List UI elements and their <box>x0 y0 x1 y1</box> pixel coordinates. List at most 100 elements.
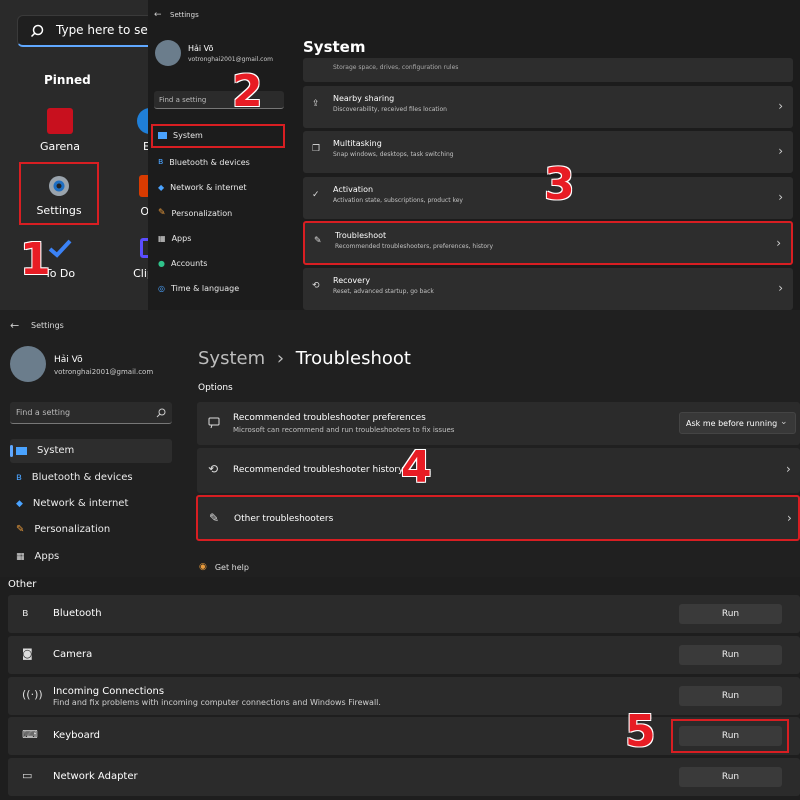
gear-icon <box>49 176 69 196</box>
wrench-icon: ✎ <box>314 236 322 246</box>
app-label: Ed <box>143 140 148 153</box>
card-title: Recommended troubleshooter history <box>233 465 404 475</box>
user-name: Hải Võ <box>54 355 83 365</box>
run-button[interactable]: Run <box>679 645 782 665</box>
pinned-app-edge[interactable]: Ed <box>110 108 148 153</box>
sidebar-item-personalization[interactable]: ✎ Personalization <box>16 524 110 535</box>
recovery-icon: ⟲ <box>312 281 320 291</box>
find-setting-placeholder: Find a setting <box>16 408 71 417</box>
troubleshoot-panel: ← Settings Hải Võ votronghai2001@gmail.c… <box>0 311 800 576</box>
monitor-icon: ▭ <box>22 769 33 782</box>
multitasking-icon: ❐ <box>312 144 321 154</box>
card-title: Troubleshoot <box>335 231 387 240</box>
card-subtitle: Activation state, subscriptions, product… <box>333 197 463 204</box>
options-heading: Options <box>198 383 233 393</box>
troubleshooter-preferences-card: Recommended troubleshooter preferences M… <box>197 402 800 445</box>
sidebar-item-system[interactable]: System <box>16 445 74 456</box>
wrench-icon: ✎ <box>209 511 220 525</box>
nav-label: System <box>173 131 203 140</box>
bluetooth-icon: ʙ <box>158 157 164 167</box>
user-name: Hải Võ <box>188 44 214 53</box>
card-title: Nearby sharing <box>333 94 395 103</box>
troubleshooter-history-card[interactable]: ⟲ Recommended troubleshooter history › <box>197 448 800 493</box>
nearby-sharing-card[interactable]: ⇪ Nearby sharing Discoverability, receiv… <box>303 86 793 128</box>
pinned-app-settings[interactable]: Settings <box>19 162 99 225</box>
pinned-app-office[interactable]: Offi <box>110 175 148 218</box>
sidebar-item-apps[interactable]: ▦ Apps <box>16 551 59 562</box>
app-label: Clipch <box>133 267 148 280</box>
run-button[interactable]: Run <box>679 767 782 787</box>
card-subtitle: Microsoft can recommend and run troubles… <box>233 426 455 434</box>
storage-card-partial[interactable]: Storage space, drives, configuration rul… <box>303 58 793 82</box>
search-icon <box>30 24 44 38</box>
page-title: System <box>303 38 366 56</box>
step-4-marker: 4 <box>401 442 432 493</box>
nav-label: Accounts <box>170 259 208 268</box>
checkmark-icon <box>48 239 72 258</box>
start-search-box[interactable]: Type here to sea <box>17 15 148 47</box>
share-icon: ⇪ <box>312 99 320 109</box>
find-setting-input[interactable]: Find a setting <box>154 91 284 109</box>
sidebar-item-bluetooth[interactable]: ʙ Bluetooth & devices <box>16 472 133 483</box>
row-name: Bluetooth <box>53 608 102 619</box>
card-subtitle: Discoverability, received files location <box>333 106 447 113</box>
check-circle-icon: ✓ <box>312 190 320 200</box>
nav-label: Apps <box>171 234 192 243</box>
other-troubleshooters-panel: Other ʙ Bluetooth Run ◙ Camera Run ((·))… <box>0 577 800 800</box>
other-troubleshooters-card[interactable]: ✎ Other troubleshooters › <box>196 495 800 541</box>
garena-icon <box>47 108 73 134</box>
nav-label: Network & internet <box>32 498 129 509</box>
get-help-label: Get help <box>214 562 249 572</box>
troubleshooter-preference-dropdown[interactable]: Ask me before running ⌄ <box>679 412 796 434</box>
row-name: Network Adapter <box>53 771 138 782</box>
row-description: Find and fix problems with incoming comp… <box>53 698 381 707</box>
app-label: Garena <box>39 140 81 153</box>
card-subtitle: Reset, advanced startup, go back <box>333 288 434 295</box>
sidebar-item-personalization[interactable]: ✎ Personalization <box>158 208 232 218</box>
nav-label: Personalization <box>171 208 233 218</box>
chevron-right-icon: › <box>778 144 783 158</box>
sidebar-item-accounts[interactable]: ● Accounts <box>158 259 207 268</box>
sidebar-item-time-language[interactable]: ◎ Time & language <box>158 284 239 293</box>
back-arrow-icon[interactable]: ← <box>154 10 162 20</box>
find-setting-input[interactable]: Find a setting <box>10 402 172 424</box>
recovery-card[interactable]: ⟲ Recovery Reset, advanced startup, go b… <box>303 268 793 310</box>
chevron-right-icon: › <box>786 462 791 476</box>
card-title: Recovery <box>333 276 371 285</box>
sidebar-item-network[interactable]: ◆ Network & internet <box>158 183 247 192</box>
get-help-link[interactable]: ◉ Get help <box>199 562 249 572</box>
back-arrow-icon[interactable]: ← <box>10 319 19 332</box>
sidebar-item-network[interactable]: ◆ Network & internet <box>16 498 128 509</box>
pinned-app-garena[interactable]: Garena <box>20 108 100 153</box>
card-subtitle: Recommended troubleshooters, preferences… <box>335 243 494 250</box>
troubleshooter-row-network-adapter: ▭ Network Adapter Run <box>8 758 800 796</box>
camera-icon: ◙ <box>22 647 33 660</box>
breadcrumb-current: Troubleshoot <box>295 348 411 369</box>
chevron-right-icon: › <box>778 281 783 295</box>
card-subtitle: Snap windows, desktops, task switching <box>333 151 454 158</box>
apps-icon: ▦ <box>16 551 25 562</box>
nav-label: System <box>37 445 75 456</box>
nav-label: Apps <box>34 551 60 562</box>
card-title: Recommended troubleshooter preferences <box>233 413 426 423</box>
wifi-icon: ◆ <box>158 183 165 192</box>
sidebar-item-apps[interactable]: ▦ Apps <box>158 234 191 243</box>
sidebar-item-system[interactable]: System <box>158 131 203 140</box>
nav-label: Bluetooth & devices <box>31 472 133 483</box>
user-email: votronghai2001@gmail.com <box>188 56 273 63</box>
brush-icon: ✎ <box>16 524 25 535</box>
run-button[interactable]: Run <box>679 604 782 624</box>
run-button[interactable]: Run <box>679 686 782 706</box>
troubleshoot-card[interactable]: ✎ Troubleshoot Recommended troubleshoote… <box>303 221 793 265</box>
step-2-marker: 2 <box>232 66 263 117</box>
card-title: Multitasking <box>333 139 382 148</box>
keyboard-icon: ⌨ <box>22 728 38 741</box>
system-icon <box>16 446 27 455</box>
pinned-app-clipchamp[interactable]: Clipch <box>110 238 148 280</box>
sidebar-item-bluetooth[interactable]: ʙ Bluetooth & devices <box>158 157 250 167</box>
breadcrumb-parent[interactable]: System <box>198 348 265 369</box>
run-button[interactable]: Run <box>679 726 782 746</box>
account-icon: ● <box>158 259 165 268</box>
row-name: Incoming Connections <box>53 686 165 697</box>
card-subtitle: Storage space, drives, configuration rul… <box>333 64 459 71</box>
